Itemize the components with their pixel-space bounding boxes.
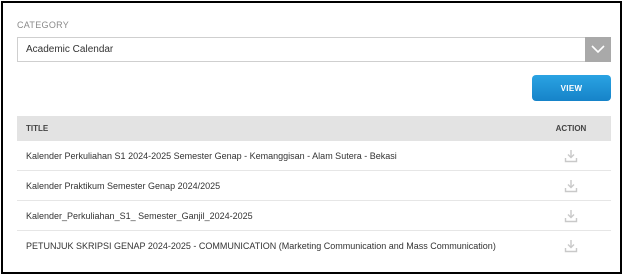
table-row: Kalender_Perkuliahan_S1_ Semester_Ganjil… bbox=[17, 201, 611, 231]
download-icon[interactable] bbox=[564, 149, 578, 163]
table-header: TITLE ACTION bbox=[17, 116, 611, 141]
view-button[interactable]: VIEW bbox=[532, 75, 611, 101]
row-action bbox=[531, 209, 611, 223]
row-action bbox=[531, 179, 611, 193]
row-title: Kalender_Perkuliahan_S1_ Semester_Ganjil… bbox=[26, 210, 253, 221]
table-row: Kalender Praktikum Semester Genap 2024/2… bbox=[17, 171, 611, 201]
category-selected-value: Academic Calendar bbox=[26, 44, 114, 55]
document-panel: CATEGORY Academic Calendar VIEW TITLE AC… bbox=[1, 1, 622, 274]
download-icon[interactable] bbox=[564, 239, 578, 253]
table-row: PETUNJUK SKRIPSI GENAP 2024-2025 - COMMU… bbox=[17, 231, 611, 261]
row-title: PETUNJUK SKRIPSI GENAP 2024-2025 - COMMU… bbox=[26, 241, 496, 251]
documents-table: TITLE ACTION Kalender Perkuliahan S1 202… bbox=[17, 116, 611, 261]
view-row: VIEW bbox=[17, 62, 611, 104]
row-action bbox=[531, 149, 611, 163]
row-title: Kalender Perkuliahan S1 2024-2025 Semest… bbox=[26, 150, 397, 161]
table-row: Kalender Perkuliahan S1 2024-2025 Semest… bbox=[17, 141, 611, 171]
chevron-down-icon[interactable] bbox=[585, 37, 611, 62]
row-action bbox=[531, 239, 611, 253]
header-title: TITLE bbox=[26, 124, 49, 133]
panel-content: CATEGORY Academic Calendar VIEW TITLE AC… bbox=[17, 18, 611, 261]
row-title: Kalender Praktikum Semester Genap 2024/2… bbox=[26, 180, 221, 191]
download-icon[interactable] bbox=[564, 209, 578, 223]
download-icon[interactable] bbox=[564, 179, 578, 193]
category-label: CATEGORY bbox=[17, 20, 70, 30]
header-action: ACTION bbox=[555, 124, 587, 133]
category-select[interactable]: Academic Calendar bbox=[17, 37, 611, 62]
